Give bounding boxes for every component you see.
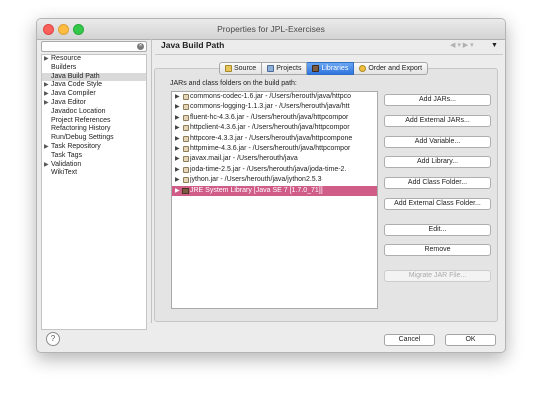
tab-order-and-export[interactable]: Order and Export <box>354 62 429 75</box>
add-library-button[interactable]: Add Library... <box>384 156 491 168</box>
library-icon <box>182 187 189 194</box>
title-bar: Properties for JPL-Exercises <box>37 19 505 40</box>
list-item[interactable]: ▶ httpmime-4.3.6.jar - /Users/herouth/jav… <box>172 144 377 154</box>
remove-button[interactable]: Remove <box>384 244 491 256</box>
expand-arrow-icon[interactable]: ▶ <box>175 134 180 144</box>
preference-tree: ▶ Resource Builders Java Build Path ▶ Java… <box>41 54 147 330</box>
tree-item[interactable]: ▶ Validation <box>42 161 146 170</box>
expand-arrow-icon[interactable]: ▶ <box>175 186 180 196</box>
add-variable-button[interactable]: Add Variable... <box>384 136 491 148</box>
expand-arrow-icon[interactable]: ▶ <box>44 143 49 152</box>
properties-dialog: Properties for JPL-Exercises × ▶ Resource… <box>36 18 506 353</box>
list-item[interactable]: ▶ httpclient-4.3.6.jar - /Users/herouth/j… <box>172 123 377 133</box>
expand-arrow-icon[interactable]: ▶ <box>175 144 180 154</box>
migrate-jar-button[interactable]: Migrate JAR File... <box>384 270 491 282</box>
tree-item[interactable]: ▶ Java Editor <box>42 99 146 108</box>
expand-arrow-icon[interactable]: ▶ <box>44 161 49 170</box>
page-title: Java Build Path <box>161 40 225 50</box>
list-item[interactable]: ▶ commons-logging-1.1.3.jar - /Users/hero… <box>172 102 377 112</box>
expand-arrow-icon[interactable]: ▶ <box>175 154 180 164</box>
view-menu-icon[interactable]: ▼ <box>491 42 498 49</box>
tree-item[interactable]: ▶ Resource <box>42 55 146 64</box>
expand-arrow-icon[interactable]: ▶ <box>44 90 49 99</box>
list-item[interactable]: ▶ httpcore-4.3.3.jar - /Users/herouth/jav… <box>172 134 377 144</box>
expand-arrow-icon[interactable]: ▶ <box>175 92 180 102</box>
jar-icon <box>183 104 189 111</box>
clear-filter-icon[interactable]: × <box>137 43 144 50</box>
list-item-selected[interactable]: ▶ JRE System Library [Java SE 7 [1.7.0_71… <box>172 185 377 196</box>
list-item[interactable]: ▶ jython.jar - /Users/herouth/java/jython… <box>172 175 377 185</box>
edit-button[interactable]: Edit... <box>384 224 491 236</box>
tab-projects[interactable]: Projects <box>262 62 308 75</box>
build-path-list[interactable]: ▶ commons-codec-1.6.jar - /Users/herouth/… <box>171 91 378 309</box>
expand-arrow-icon[interactable]: ▶ <box>175 175 180 185</box>
tab-source[interactable]: Source <box>219 62 263 75</box>
window-title: Properties for JPL-Exercises <box>217 24 325 34</box>
expand-arrow-icon[interactable]: ▶ <box>44 55 49 64</box>
add-external-class-folder-button[interactable]: Add External Class Folder... <box>384 198 491 210</box>
tree-item[interactable]: Run/Debug Settings <box>42 134 146 143</box>
order-export-icon <box>359 65 367 72</box>
jar-icon <box>183 145 189 152</box>
jar-icon <box>183 94 189 100</box>
source-folder-icon <box>225 65 232 72</box>
help-button[interactable]: ? <box>46 332 60 346</box>
expand-arrow-icon[interactable]: ▶ <box>175 165 180 175</box>
expand-arrow-icon[interactable]: ▶ <box>175 113 180 123</box>
jar-icon <box>183 166 189 173</box>
projects-icon <box>267 65 275 72</box>
expand-arrow-icon[interactable]: ▶ <box>175 102 180 112</box>
tree-item[interactable]: Refactoring History <box>42 125 146 134</box>
tree-item[interactable]: ▶ Java Code Style <box>42 81 146 90</box>
tree-item[interactable]: Builders <box>42 64 146 73</box>
add-class-folder-button[interactable]: Add Class Folder... <box>384 177 491 189</box>
tree-item[interactable]: WikiText <box>42 169 146 178</box>
list-item[interactable]: ▶ joda-time-2.5.jar - /Users/herouth/java… <box>172 165 377 175</box>
tree-item[interactable]: Javadoc Location <box>42 108 146 117</box>
list-item[interactable]: ▶ commons-codec-1.6.jar - /Users/herouth/… <box>172 92 377 102</box>
jar-icon <box>183 114 189 121</box>
splitter-sash[interactable] <box>151 39 152 323</box>
cancel-button[interactable]: Cancel <box>384 334 435 346</box>
jar-icon <box>183 156 189 163</box>
jar-icon <box>183 125 189 132</box>
add-external-jars-button[interactable]: Add External JARs... <box>384 115 491 127</box>
tree-item[interactable]: Task Tags <box>42 152 146 161</box>
tree-item[interactable]: ▶ Java Compiler <box>42 90 146 99</box>
expand-arrow-icon[interactable]: ▶ <box>44 81 49 90</box>
tree-item[interactable]: Project References <box>42 117 146 126</box>
tab-libraries[interactable]: Libraries <box>307 62 355 75</box>
list-item[interactable]: ▶ javax.mail.jar - /Users/herouth/java <box>172 154 377 164</box>
tree-item-selected[interactable]: Java Build Path <box>42 72 146 82</box>
back-forward-icon[interactable]: ◀ ▾ ▶ ▾ <box>450 41 474 49</box>
build-path-tabs: Source Projects Libraries Order and Expo… <box>219 62 429 75</box>
add-jars-button[interactable]: Add JARs... <box>384 94 491 106</box>
filter-input[interactable]: × <box>41 41 147 52</box>
list-item[interactable]: ▶ fluent-hc-4.3.6.jar - /Users/herouth/ja… <box>172 113 377 123</box>
expand-arrow-icon[interactable]: ▶ <box>175 123 180 133</box>
jar-icon <box>183 135 189 142</box>
ok-button[interactable]: OK <box>445 334 496 346</box>
build-path-label: JARs and class folders on the build path… <box>170 80 297 87</box>
jar-icon <box>183 177 189 184</box>
libraries-icon <box>312 65 320 72</box>
expand-arrow-icon[interactable]: ▶ <box>44 99 49 108</box>
header-divider <box>155 54 503 55</box>
tree-item[interactable]: ▶ Task Repository <box>42 143 146 152</box>
